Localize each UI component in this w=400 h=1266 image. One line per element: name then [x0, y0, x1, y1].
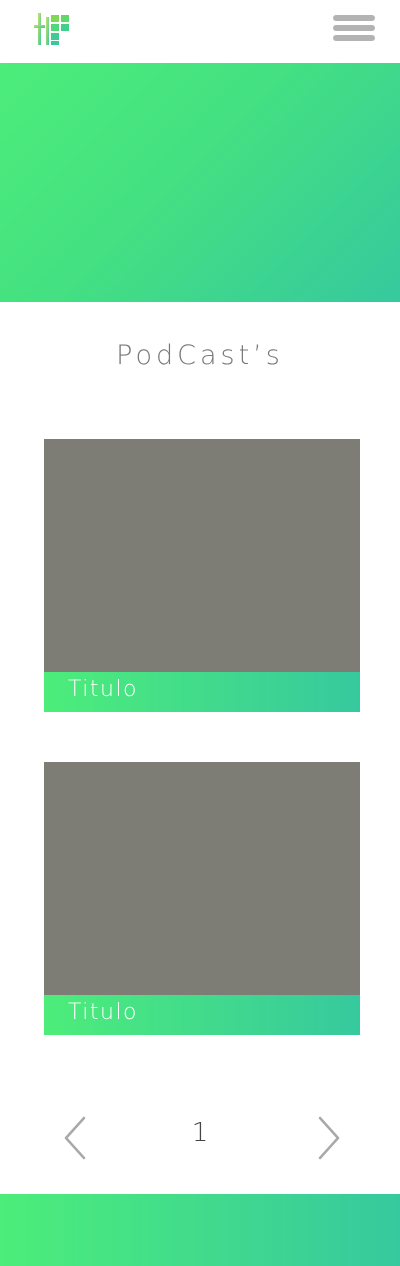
- chevron-right-icon[interactable]: [312, 1116, 344, 1160]
- menu-bar: [333, 15, 375, 21]
- pagination: 1: [0, 1110, 400, 1166]
- section-title: PodCast’s: [116, 340, 284, 371]
- menu-bar: [333, 35, 375, 41]
- hero-banner: [0, 63, 400, 302]
- podcast-caption: Titulo: [44, 995, 360, 1035]
- podcast-title: Titulo: [68, 677, 139, 702]
- podcast-title: Titulo: [68, 1000, 139, 1025]
- header: [0, 0, 400, 63]
- podcast-image: [44, 762, 360, 995]
- menu-bar: [333, 25, 375, 31]
- current-page-number[interactable]: 1: [180, 1118, 220, 1148]
- chevron-left-icon[interactable]: [58, 1116, 90, 1160]
- podcast-card[interactable]: Titulo: [44, 762, 360, 1035]
- podcast-caption: Titulo: [44, 672, 360, 712]
- podcast-image: [44, 439, 360, 672]
- footer: [0, 1194, 400, 1266]
- podcast-card[interactable]: Titulo: [44, 439, 360, 712]
- hamburger-menu-icon[interactable]: [333, 15, 375, 43]
- logo-icon[interactable]: [34, 13, 74, 47]
